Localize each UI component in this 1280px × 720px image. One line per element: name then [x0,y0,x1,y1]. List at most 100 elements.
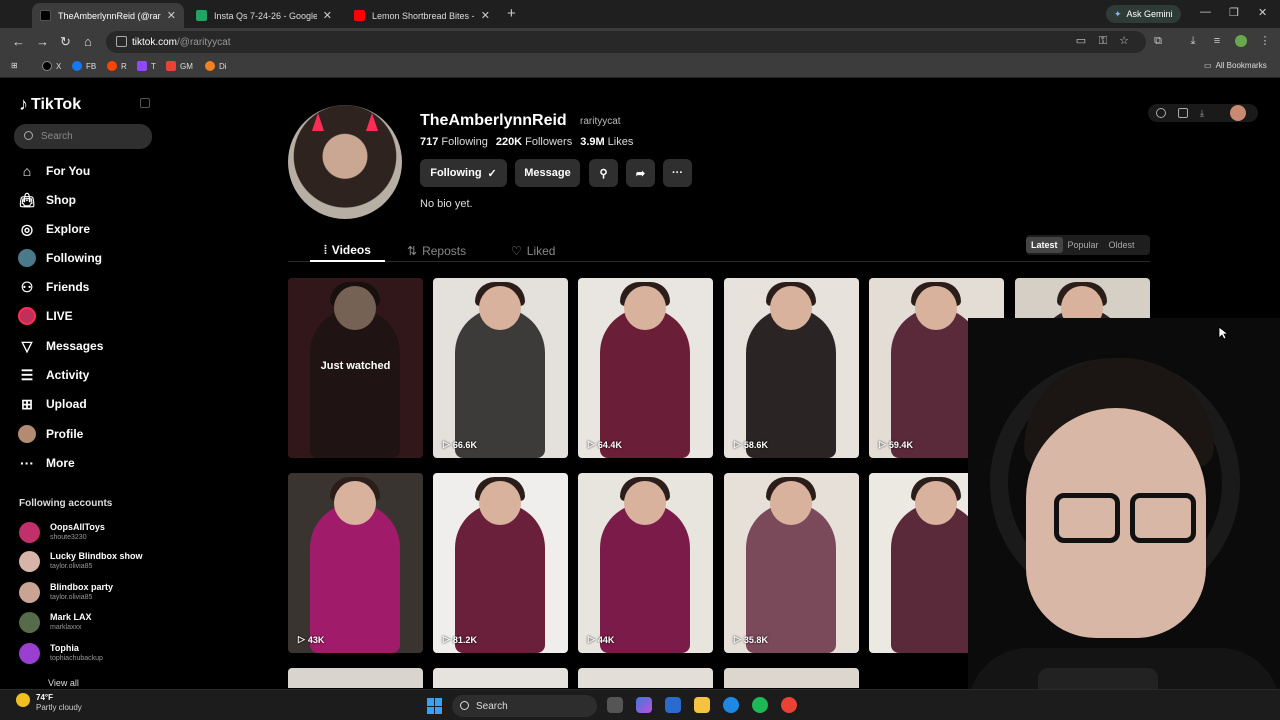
video-subject-body [600,503,690,653]
bookmark-di[interactable]: Di [205,61,227,71]
view-all-link[interactable]: View all [48,678,79,688]
taskbar-search[interactable]: Search [452,695,597,717]
ask-gemini-button[interactable]: ✦ Ask Gemini [1106,5,1181,23]
glasses-lens [1130,493,1196,543]
media-control-icon[interactable]: ≡ [1211,35,1223,47]
app-icon[interactable] [723,697,739,713]
video-thumbnail[interactable]: ▷ 66.6K [433,278,568,458]
sort-latest[interactable]: Latest [1026,237,1063,253]
drive-favicon-icon [196,10,207,21]
add-user-icon: ⚲ [599,167,608,180]
share-button[interactable]: ➦ [626,159,655,187]
video-thumbnail[interactable]: Just watched [288,278,423,458]
weather-widget[interactable]: 74°F Partly cloudy [16,693,82,713]
sort-oldest[interactable]: Oldest [1104,237,1140,253]
collapse-sidebar-icon[interactable] [140,98,150,108]
home-icon[interactable]: ⌂ [84,34,92,49]
restore-icon[interactable]: ❐ [1229,6,1239,19]
tiktok-logo[interactable]: ♪ TikTok [19,94,81,115]
sidebar-item-friends[interactable]: ⚇ Friends [18,277,90,297]
video-thumbnail[interactable]: ▷ 81.2K [433,473,568,653]
sidebar-item-shop[interactable]: 👜︎ Shop [18,190,76,210]
browser-tab-youtube[interactable]: Lemon Shortbread Bites - YouT ✕ [346,3,498,28]
back-arrow-icon[interactable]: ← [12,34,25,49]
following-account-item[interactable]: Blindbox party taylor.olivia85 [19,579,113,605]
user-avatar-icon[interactable] [1230,105,1246,121]
tab-liked[interactable]: ♡ Liked [511,240,555,262]
tab-videos[interactable]: ⦙ Videos [310,240,385,262]
password-key-icon[interactable]: ⚿ [1097,35,1109,47]
sidebar-item-live[interactable]: LIVE [18,306,73,326]
close-tab-icon[interactable]: ✕ [323,9,332,22]
bookmark-gm[interactable]: GM [166,61,193,71]
browser-tab-drive[interactable]: Insta Qs 7-24-26 - Google Driv ✕ [188,3,340,28]
bookmark-star-icon[interactable]: ☆ [1118,35,1130,47]
sidebar-item-messages[interactable]: ▽ Messages [18,336,104,356]
following-stat[interactable]: 717 Following [420,136,488,148]
video-thumbnail-partial[interactable] [724,668,859,688]
extensions-icon[interactable]: ⧉ [1152,35,1164,47]
more-options-button[interactable]: ··· [663,159,692,187]
video-thumbnail[interactable]: ▷ 44K [578,473,713,653]
sidebar-search-input[interactable]: Search [14,124,152,149]
video-thumbnail-partial[interactable] [578,668,713,688]
video-thumbnail-partial[interactable] [288,668,423,688]
spotify-icon[interactable] [752,697,768,713]
following-account-item[interactable]: OopsAllToys shoute3230 [19,519,105,545]
store-icon[interactable] [665,697,681,713]
sidebar-item-activity[interactable]: ☰ Activity [18,365,90,385]
bookmark-fb[interactable]: FB [72,61,96,71]
browser-tab-tiktok[interactable]: TheAmberlynnReid (@rarityyca ✕ [32,3,184,28]
bookmark-r[interactable]: R [107,61,127,71]
download-icon[interactable]: ⤓ [1200,108,1210,118]
profile-avatar[interactable] [288,105,402,219]
sidebar-item-upload[interactable]: ⊞ Upload [18,394,87,414]
install-app-icon[interactable]: ▭ [1075,35,1087,47]
video-thumbnail[interactable]: ▷ 35.8K [724,473,859,653]
sidebar-item-for-you[interactable]: ⌂ For You [18,161,90,181]
close-tab-icon[interactable]: ✕ [167,9,176,22]
sidebar-item-following[interactable]: Following [18,248,102,268]
sidebar-item-label: Messages [46,339,104,353]
download-icon[interactable]: ⤓ [1187,35,1199,47]
following-button[interactable]: Following ✓ [420,159,507,187]
video-thumbnail[interactable]: ▷ 58.6K [724,278,859,458]
file-explorer-icon[interactable] [694,697,710,713]
add-friend-button[interactable]: ⚲ [589,159,618,187]
forward-arrow-icon[interactable]: → [36,34,49,49]
close-tab-icon[interactable]: ✕ [481,9,490,22]
message-button[interactable]: Message [515,159,580,187]
task-view-icon[interactable] [607,697,623,713]
apps-grid-icon[interactable]: ⊞ [11,61,18,70]
new-tab-button[interactable]: + [507,5,516,22]
compass-icon[interactable] [1156,108,1166,118]
windows-start-icon[interactable] [427,698,443,714]
video-thumbnail[interactable]: ▷ 43K [288,473,423,653]
sidebar-item-explore[interactable]: ◎ Explore [18,219,90,239]
followers-stat[interactable]: 220K Followers [496,136,572,148]
profile-avatar-icon[interactable] [1235,35,1247,47]
close-window-icon[interactable]: ✕ [1258,6,1267,19]
logo-text: TikTok [31,95,82,113]
address-bar[interactable]: tiktok.com/@rarityycat [106,31,1146,53]
bookmark-t[interactable]: T [137,61,156,71]
tab-reposts[interactable]: ⇅ Reposts [407,240,466,262]
minimize-icon[interactable]: — [1200,6,1211,18]
sidebar-item-more[interactable]: ··· More [18,453,75,473]
bookmark-x[interactable]: X [42,61,61,71]
site-info-icon[interactable] [116,36,127,47]
copilot-icon[interactable] [636,697,652,713]
following-account-item[interactable]: Lucky Blindbox show taylor.olivia85 [19,548,143,574]
device-icon[interactable] [1178,108,1188,118]
video-thumbnail-partial[interactable] [433,668,568,688]
partly-cloudy-icon [16,693,30,707]
sort-popular[interactable]: Popular [1063,237,1104,253]
menu-kebab-icon[interactable]: ⋮ [1259,35,1271,47]
reload-icon[interactable]: ↻ [60,34,71,50]
following-account-item[interactable]: Tophia tophiachubackup [19,640,103,666]
sidebar-item-profile[interactable]: Profile [18,424,83,444]
chrome-icon[interactable] [781,697,797,713]
following-account-item[interactable]: Mark LAX marklaxxx [19,609,92,635]
video-thumbnail[interactable]: ▷ 64.4K [578,278,713,458]
all-bookmarks-button[interactable]: ▭ All Bookmarks [1204,61,1267,70]
